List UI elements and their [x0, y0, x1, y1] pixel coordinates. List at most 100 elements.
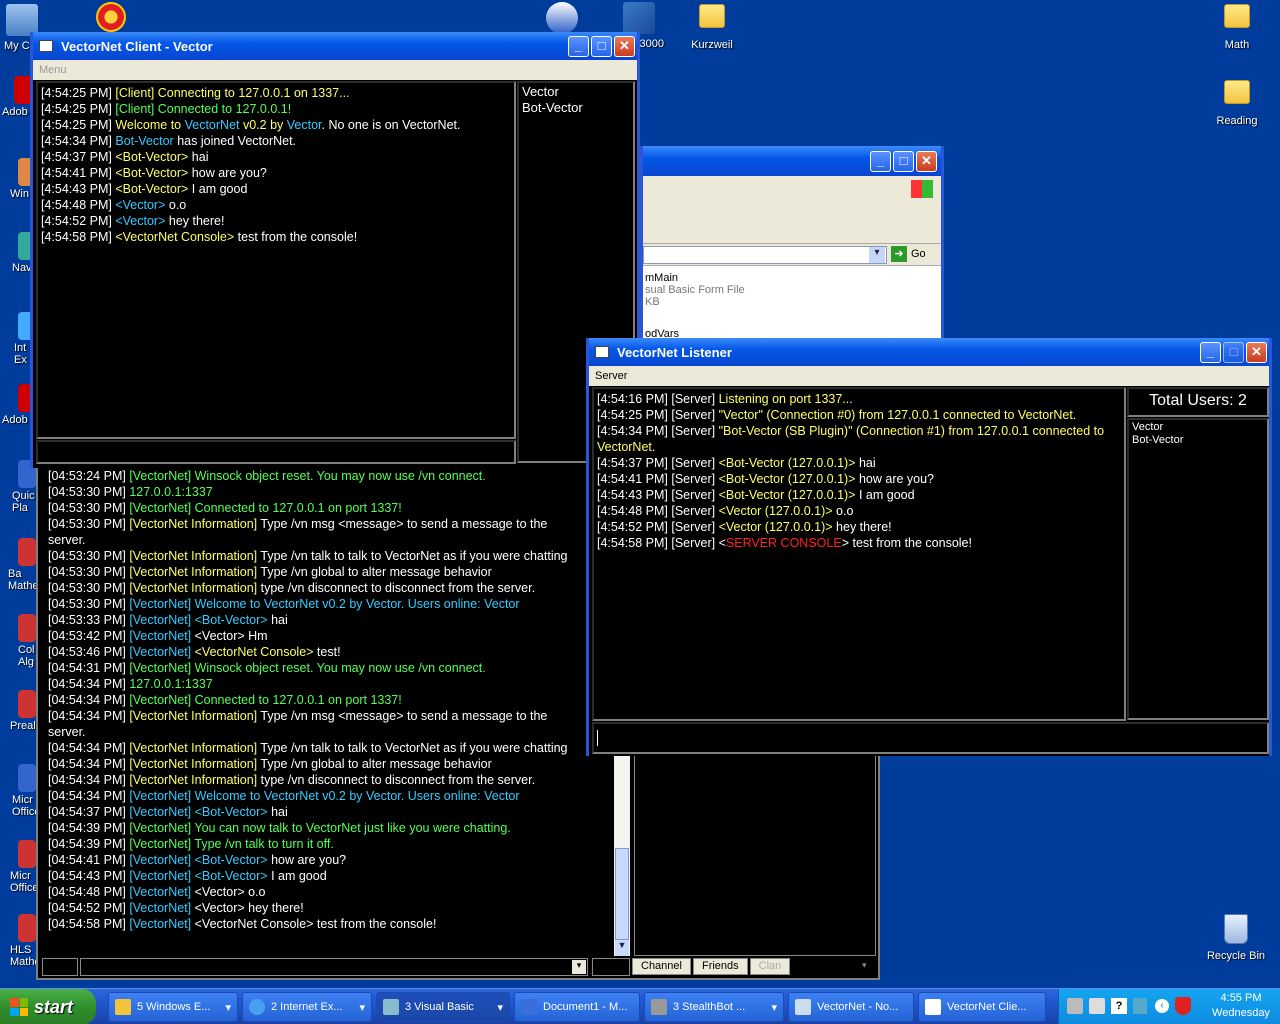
desktop-icon-kurzweil[interactable]: Kurzweil — [677, 4, 747, 51]
stealthbot-input-right[interactable] — [592, 958, 630, 976]
log-segment: Type /vn talk to talk to VectorNet as if… — [260, 741, 568, 755]
close-button[interactable]: ✕ — [1246, 342, 1267, 363]
log-segment: Vector — [286, 118, 322, 132]
tab-channel[interactable]: Channel — [632, 958, 691, 975]
shield-icon[interactable] — [1175, 997, 1191, 1015]
maximize-button[interactable]: □ — [1223, 342, 1244, 363]
log-line: [04:53:24 PM] [VectorNet] Winsock object… — [48, 468, 624, 484]
chevron-down-icon: ▾ — [359, 1001, 365, 1014]
tray-icon[interactable] — [1133, 998, 1147, 1014]
log-segment: type /vn disconnect to disconnect from t… — [260, 773, 536, 787]
log-segment: Welcome to — [115, 118, 185, 132]
log-segment: [04:54:43 PM] — [48, 869, 130, 883]
notepad-icon — [795, 999, 811, 1015]
clock[interactable]: 4:55 PM Wednesday — [1205, 991, 1277, 1021]
minimize-button[interactable]: _ — [870, 151, 891, 172]
user-list-item[interactable]: Vector — [522, 84, 630, 100]
file-size: KB — [645, 296, 660, 308]
client-message-input[interactable] — [36, 440, 516, 464]
tab-clan[interactable]: Clan — [749, 958, 791, 975]
log-segment: [4:54:25 PM] [Server] — [597, 408, 719, 422]
log-segment: [VectorNet Information] — [129, 581, 261, 595]
desktop-icon-reading[interactable]: Reading — [1202, 80, 1272, 127]
app-icon[interactable] — [96, 2, 126, 32]
close-button[interactable]: ✕ — [916, 151, 937, 172]
log-segment: [04:53:30 PM] — [48, 485, 130, 499]
user-list-item[interactable]: Bot-Vector — [1132, 434, 1264, 447]
scrollbar-thumb[interactable] — [615, 848, 629, 940]
listener-titlebar[interactable]: VectorNet Listener — [589, 338, 1269, 366]
stealthbot-input-dropdown[interactable]: ▾ — [572, 960, 586, 974]
taskbar-button-windows-explorer[interactable]: 5 Windows E... ▾ — [108, 992, 238, 1022]
taskbar-button-internet-explorer[interactable]: 2 Internet Ex... ▾ — [242, 992, 372, 1022]
recycle-bin-icon — [1224, 914, 1248, 944]
desktop-icon-prealgebra[interactable]: Preal — [0, 690, 40, 732]
listener-command-input[interactable] — [592, 722, 1269, 754]
log-segment: test from the console! — [849, 536, 972, 550]
address-bar: ▾ ➜ Go — [643, 244, 941, 266]
desktop-icon-microsoft-office[interactable]: Micr Office — [0, 764, 40, 818]
desktop-icon-recycle-bin[interactable]: Recycle Bin — [1200, 914, 1272, 962]
app-icon[interactable] — [546, 2, 578, 34]
log-segment: <Bot-Vector> — [115, 166, 189, 180]
maximize-button[interactable]: □ — [591, 36, 612, 57]
taskbar-button-notepad[interactable]: VectorNet - No... — [788, 992, 914, 1022]
desktop-icon-college-algebra[interactable]: Col Alg — [0, 614, 40, 668]
log-segment: [VectorNet] — [129, 613, 195, 627]
log-segment: [VectorNet Information] — [129, 517, 261, 531]
log-segment: [VectorNet] Connected to 127.0.0.1 on po… — [129, 693, 402, 707]
user-list-item[interactable]: Bot-Vector — [522, 100, 630, 116]
log-segment: [VectorNet Information] — [129, 773, 261, 787]
log-segment: [04:54:37 PM] — [48, 805, 130, 819]
close-button[interactable]: ✕ — [614, 36, 635, 57]
menu-item-server[interactable]: Server — [595, 370, 627, 382]
scroll-down-button[interactable]: ▼ — [615, 940, 629, 956]
taskbar-button-word[interactable]: Document1 - M... — [514, 992, 640, 1022]
log-segment: server. — [48, 533, 86, 547]
tab-friends[interactable]: Friends — [692, 958, 748, 975]
help-icon[interactable]: ? — [1111, 998, 1127, 1014]
maximize-button[interactable]: □ — [893, 151, 914, 172]
desktop-icon-microsoft-office-2[interactable]: Micr Office — [0, 840, 40, 894]
chevron-left-icon[interactable]: ‹ — [1155, 999, 1169, 1013]
address-input[interactable] — [643, 246, 887, 264]
stealthbot-input[interactable] — [80, 958, 588, 976]
desktop-icon-label: Col Alg — [18, 644, 35, 668]
log-line: [04:54:37 PM] [VectorNet] <Bot-Vector> h… — [48, 804, 624, 820]
log-segment: [VectorNet Information] — [129, 549, 261, 563]
log-segment: > — [841, 536, 849, 550]
taskbar-button-visual-basic[interactable]: 3 Visual Basic ▾ — [376, 992, 510, 1022]
file-item[interactable]: mMain sual Basic Form File KB — [645, 272, 939, 308]
tab-dropdown-arrow[interactable]: ▾ — [862, 960, 874, 974]
taskbar-button-stealthbot[interactable]: 3 StealthBot ... ▾ — [644, 992, 784, 1022]
log-line: [4:54:25 PM] Welcome to VectorNet v0.2 b… — [41, 117, 511, 133]
desktop-icon-hls-math[interactable]: HLS Mathe — [0, 914, 40, 968]
desktop-icon-math[interactable]: Math — [1202, 4, 1272, 51]
menu-item-menu[interactable]: Menu — [39, 64, 67, 76]
user-list-item[interactable]: Vector — [1132, 421, 1264, 434]
text-cursor — [597, 730, 598, 746]
log-segment: hai — [855, 456, 876, 470]
listener-log: [4:54:16 PM] [Server] Listening on port … — [592, 387, 1126, 721]
desktop-icon-quick-play[interactable]: Quic Pla — [0, 460, 40, 514]
log-segment: <VectorNet Console> test from the consol… — [194, 917, 437, 931]
log-line: [04:53:30 PM] [VectorNet Information] Ty… — [48, 564, 624, 580]
tray-icon[interactable] — [1067, 998, 1083, 1014]
log-line: [04:54:48 PM] [VectorNet] <Vector> o.o — [48, 884, 624, 900]
log-segment: "Bot-Vector (SB Plugin)" (Connection #1)… — [718, 424, 1105, 438]
desktop-icon-basic-math[interactable]: Ba Mathe — [0, 538, 40, 592]
go-button[interactable]: ➜ Go — [891, 246, 926, 262]
app-icon — [18, 538, 36, 566]
start-button[interactable]: start — [0, 989, 96, 1024]
minimize-button[interactable]: _ — [568, 36, 589, 57]
address-dropdown-button[interactable]: ▾ — [869, 247, 885, 263]
folder-icon — [115, 999, 131, 1015]
vb-icon — [383, 999, 399, 1015]
client-titlebar[interactable]: VectorNet Client - Vector — [33, 32, 637, 60]
stealthbot-input-left[interactable] — [42, 958, 78, 976]
log-segment: <Bot-Vector> — [115, 150, 189, 164]
minimize-button[interactable]: _ — [1200, 342, 1221, 363]
log-segment: [4:54:25 PM] — [41, 102, 116, 116]
tray-icon[interactable] — [1089, 998, 1105, 1014]
taskbar-button-vectornet-client[interactable]: VectorNet Clie... — [918, 992, 1046, 1022]
